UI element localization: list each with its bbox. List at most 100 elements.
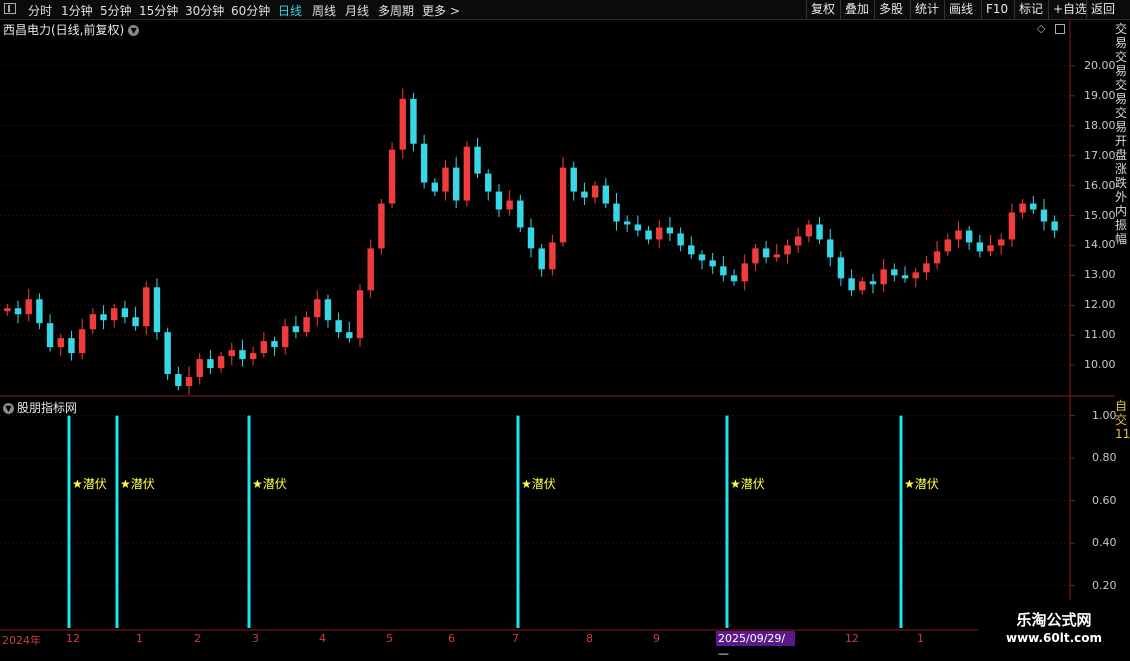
- candle-body: [217, 356, 225, 369]
- date-axis-label: 9: [653, 632, 660, 645]
- candle-body: [965, 230, 973, 243]
- candle-body: [239, 350, 246, 360]
- candle-body: [121, 308, 129, 318]
- price-axis-label: 14.00: [1084, 238, 1116, 252]
- candle-body: [25, 299, 32, 315]
- candle-body: [1051, 221, 1058, 231]
- chevron-down-icon[interactable]: ▼: [128, 25, 140, 36]
- date-axis-label: 2024年: [2, 634, 41, 647]
- candle-body: [752, 248, 759, 264]
- signal-label: ★潜伏: [252, 477, 287, 491]
- candle-body: [89, 314, 97, 330]
- candle-body: [570, 167, 577, 192]
- candle-body: [623, 221, 631, 225]
- candle-body: [837, 257, 845, 279]
- candle-body: [773, 254, 781, 258]
- price-axis-label: 19.00: [1084, 88, 1116, 102]
- candle-body: [228, 350, 235, 357]
- candle-body: [677, 233, 684, 246]
- indicator-axis-label: 0.20: [1092, 578, 1117, 592]
- candle-body: [1008, 212, 1016, 240]
- candle-body: [1040, 209, 1048, 222]
- candle-body: [816, 224, 823, 240]
- candle-body: [463, 146, 471, 201]
- candle-body: [559, 167, 567, 243]
- candle-body: [474, 146, 481, 174]
- chart-title: 西昌电力(日线,前复权) ▼: [3, 21, 140, 38]
- candle-body: [153, 287, 161, 333]
- candle-body: [185, 377, 193, 387]
- candle-body: [324, 299, 332, 321]
- chart-title-text: 西昌电力(日线,前复权): [3, 23, 125, 37]
- price-chart[interactable]: [0, 0, 1130, 650]
- candle-body: [249, 353, 257, 360]
- candle-body: [848, 278, 855, 291]
- indicator-title: ▼ 股朋指标网: [3, 399, 77, 416]
- right-info-strip-lower: 自交1111111: [1115, 399, 1130, 441]
- candle-body: [527, 227, 535, 249]
- candle-body: [517, 200, 524, 228]
- price-axis-label: 12.00: [1084, 298, 1116, 312]
- candle-body: [36, 299, 43, 324]
- candle-body: [346, 332, 353, 339]
- candle-body: [78, 329, 86, 354]
- candle-body: [420, 143, 428, 183]
- signal-bar: [516, 415, 520, 628]
- date-axis-label: 12: [66, 632, 80, 645]
- candle-body: [1030, 203, 1037, 210]
- candle-body: [14, 308, 22, 315]
- candle-body: [581, 191, 588, 198]
- price-axis-label: 15.00: [1084, 208, 1116, 222]
- candle-body: [976, 242, 984, 252]
- indicator-axis-label: 0.80: [1092, 451, 1117, 465]
- candle-body: [666, 227, 674, 234]
- date-axis-label: 8: [586, 632, 593, 645]
- candle-body: [741, 263, 748, 282]
- candle-body: [164, 332, 171, 375]
- candle-body: [281, 326, 289, 348]
- candle-body: [356, 290, 364, 339]
- candle-body: [399, 98, 406, 150]
- crosshair-date-label: 2025/09/29/—: [716, 631, 795, 660]
- date-axis-label: 1: [917, 632, 924, 645]
- candle-body: [602, 185, 610, 204]
- candle-body: [901, 275, 909, 279]
- candle-body: [1019, 203, 1026, 213]
- candle-body: [998, 239, 1005, 246]
- candle-body: [891, 269, 898, 276]
- date-axis-label: 7: [512, 632, 519, 645]
- candle-body: [869, 281, 877, 285]
- candle-body: [538, 248, 545, 270]
- candle-body: [944, 239, 951, 252]
- panel-toggle-icon[interactable]: [1055, 24, 1065, 34]
- candle-body: [4, 308, 11, 312]
- candle-body: [698, 254, 706, 261]
- candle-body: [335, 320, 342, 333]
- diamond-icon[interactable]: ◇: [1037, 22, 1045, 35]
- candle-body: [506, 200, 513, 210]
- candle-body: [656, 227, 663, 240]
- signal-label: ★潜伏: [521, 477, 556, 491]
- signal-bar: [115, 415, 119, 628]
- candle-body: [549, 242, 556, 270]
- candle-body: [388, 149, 396, 204]
- right-info-strip: 交易交易交易交易开盘涨跌外内振幅: [1115, 22, 1128, 246]
- candle-body: [196, 359, 203, 378]
- signal-bar: [725, 415, 729, 628]
- candle-body: [709, 260, 716, 267]
- candle-body: [111, 308, 118, 321]
- candle-body: [495, 191, 503, 210]
- candle-body: [260, 341, 268, 354]
- candle-body: [613, 203, 620, 222]
- candle-body: [880, 269, 887, 285]
- candle-body: [688, 245, 695, 255]
- chevron-down-icon[interactable]: ▼: [3, 403, 14, 414]
- candle-body: [46, 323, 54, 348]
- price-axis-label: 20.00: [1084, 58, 1116, 72]
- candle-body: [314, 299, 321, 318]
- price-axis-label: 13.00: [1084, 268, 1116, 282]
- candle-body: [431, 182, 439, 192]
- indicator-axis-label: 0.40: [1092, 536, 1117, 550]
- indicator-axis-label: 0.60: [1092, 493, 1117, 507]
- price-axis-label: 10.00: [1084, 358, 1116, 372]
